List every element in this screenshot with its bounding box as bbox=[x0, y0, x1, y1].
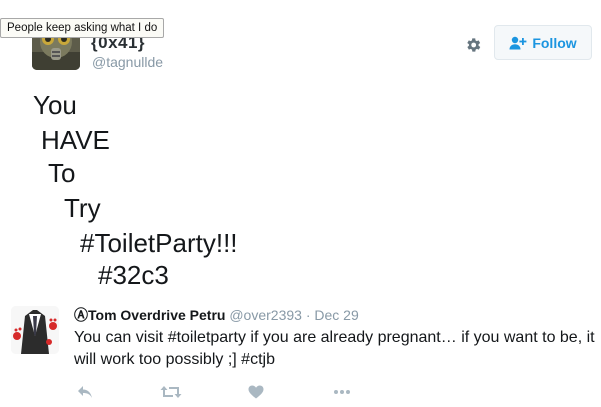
reply-author-name[interactable]: ⒶTom Overdrive Petru bbox=[74, 307, 225, 323]
retweet-icon bbox=[160, 386, 182, 398]
reply-header: ⒶTom Overdrive Petru @over2393 · Dec 29 bbox=[74, 305, 359, 325]
reply-timestamp[interactable]: Dec 29 bbox=[314, 307, 358, 323]
tweet-hashtag-32c3[interactable]: #32c3 bbox=[98, 259, 169, 291]
more-icon bbox=[334, 390, 350, 394]
follow-button[interactable]: Follow bbox=[494, 25, 592, 60]
tweet-hashtag-toiletparty[interactable]: #ToiletParty!!! bbox=[80, 227, 238, 259]
tweet-text-line: You bbox=[33, 90, 77, 120]
settings-button[interactable] bbox=[462, 34, 484, 56]
follow-label: Follow bbox=[532, 34, 577, 51]
reply-avatar[interactable] bbox=[11, 306, 59, 354]
profile-screen-name[interactable]: @tagnullde bbox=[92, 54, 163, 70]
reply-author-handle[interactable]: @over2393 bbox=[229, 307, 302, 323]
tweet-text-line: Try bbox=[64, 193, 101, 223]
reply-icon bbox=[78, 386, 92, 398]
reply-separator: · bbox=[305, 307, 311, 323]
gear-icon bbox=[467, 38, 481, 52]
like-action-button[interactable] bbox=[245, 384, 267, 400]
tooltip: People keep asking what I do bbox=[0, 18, 165, 38]
reply-action-button[interactable] bbox=[74, 384, 96, 400]
reply-actions bbox=[74, 384, 353, 400]
more-action-button[interactable] bbox=[331, 384, 353, 400]
retweet-action-button[interactable] bbox=[160, 384, 182, 400]
heart-icon bbox=[248, 385, 264, 399]
reply-text: You can visit #toiletparty if you are al… bbox=[74, 329, 595, 368]
tweet-text-line: To bbox=[48, 158, 76, 188]
reply-tweet[interactable]: ⒶTom Overdrive Petru @over2393 · Dec 29 … bbox=[0, 296, 601, 407]
suit-avatar-icon bbox=[11, 306, 59, 354]
add-user-icon bbox=[509, 36, 527, 49]
tweet-text-line: HAVE bbox=[41, 125, 110, 155]
